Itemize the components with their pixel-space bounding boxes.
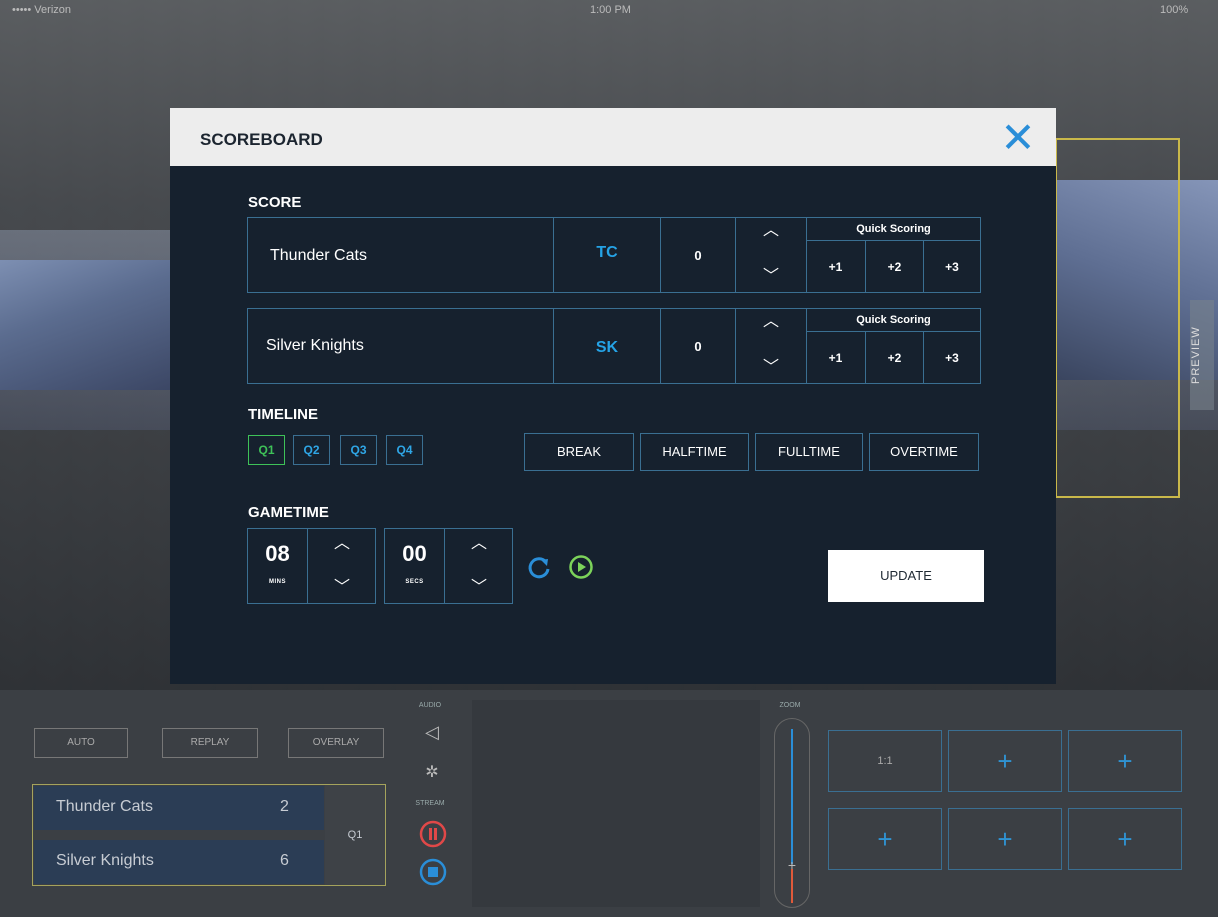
quick-plus1-label: +1 [828,260,843,274]
zoom-label: ZOOM [779,702,801,709]
quick-plus2-button[interactable]: +2 [865,331,924,384]
quick-plus1-button[interactable]: +1 [807,331,866,384]
quarter-q1-button[interactable]: Q1 [248,435,285,465]
team-row: Silver Knights SK 0 ︿ ﹀ Quick Scoring +1… [247,308,981,384]
reset-icon[interactable] [526,554,552,580]
auto-button[interactable]: AUTO [34,728,128,758]
team-row: Thunder Cats TC 0 ︿ ﹀ Quick Scoring +1 +… [247,217,981,293]
team-name: Thunder Cats [270,247,367,264]
arena-banner-left [0,260,175,390]
quick-plus3-button[interactable]: +3 [923,240,981,293]
chevron-up-icon[interactable]: ︿ [310,535,374,553]
quick-plus2-label: +2 [887,351,902,365]
team-abbr: SK [595,339,619,356]
team-abbr: TC [596,244,618,261]
chevron-down-icon[interactable]: ﹀ [310,579,374,597]
carrier-label: ••••• Verizon [12,4,72,16]
gear-icon[interactable]: ✲ [421,762,443,784]
quick-plus3-button[interactable]: +3 [923,331,981,384]
seconds-label: SECS [405,579,424,585]
team-name-cell: Silver Knights [247,308,554,384]
quick-plus3-label: +3 [945,351,959,365]
halftime-button[interactable]: HALFTIME [640,433,749,471]
zoom-handle[interactable]: + [782,857,802,873]
score-section-label: SCORE [248,194,302,211]
overtime-button[interactable]: OVERTIME [869,433,979,471]
team-score: 0 [694,339,702,354]
quick-scoring-panel: Quick Scoring +1 +2 +3 [806,308,981,384]
team-abbr-cell: SK [553,308,661,384]
scoreboard-modal: SCOREBOARD ✕ SCORE Thunder Cats TC 0 ︿ ﹀… [170,108,1056,684]
seconds-display: 00 SECS [385,529,445,603]
zoom-slider[interactable]: + [774,718,810,908]
replay-button[interactable]: REPLAY [162,728,258,758]
update-button[interactable]: UPDATE [828,550,984,602]
gametime-section-label: GAMETIME [248,504,329,521]
team-score-cell: 0 [660,308,736,384]
chevron-up-icon[interactable]: ︿ [447,535,511,553]
score-stepper: ︿ ﹀ [735,308,807,384]
add-camera-button[interactable]: + [1068,808,1182,870]
score-stepper: ︿ ﹀ [735,217,807,293]
seconds-control: 00 SECS ︿ ﹀ [384,528,513,604]
quick-plus1-button[interactable]: +1 [807,240,866,293]
chevron-down-icon[interactable]: ﹀ [447,579,511,597]
team-score-cell: 0 [660,217,736,293]
seconds-value: 00 [402,541,427,566]
quick-plus2-label: +2 [887,260,902,274]
pause-stream-icon[interactable] [419,820,447,848]
break-button[interactable]: BREAK [524,433,634,471]
minutes-control: 08 MINS ︿ ﹀ [247,528,376,604]
quarter-q2-button[interactable]: Q2 [293,435,330,465]
add-camera-button[interactable]: + [1068,730,1182,792]
modal-header: SCOREBOARD ✕ [170,108,1056,166]
control-bar: AUTO REPLAY OVERLAY AUDIO ◁ ✲ STREAM Thu… [0,690,1218,917]
fulltime-button[interactable]: FULLTIME [755,433,863,471]
team-score: 0 [694,248,702,263]
team-name: Silver Knights [266,337,364,354]
add-camera-button[interactable]: + [828,808,942,870]
preview-frame [1055,138,1180,498]
clock: 1:00 PM [590,4,631,16]
quick-plus3-label: +3 [945,260,959,274]
scoreboard-quarter: Q1 [325,785,385,885]
quarter-q3-button[interactable]: Q3 [340,435,377,465]
zoom-track-upper [791,729,793,864]
team-name-cell: Thunder Cats [247,217,554,293]
modal-title: SCOREBOARD [200,130,323,149]
minutes-value: 08 [265,541,290,566]
audio-label: AUDIO [418,702,442,709]
chevron-down-icon[interactable]: ﹀ [736,359,806,377]
minutes-display: 08 MINS [248,529,308,603]
minutes-label: MINS [269,579,286,585]
chevron-up-icon[interactable]: ︿ [736,222,806,240]
overlay-button[interactable]: OVERLAY [288,728,384,758]
quarter-q4-button[interactable]: Q4 [386,435,423,465]
team-abbr-cell: TC [553,217,661,293]
quick-scoring-label: Quick Scoring [856,223,931,235]
play-icon[interactable] [568,554,594,580]
add-camera-button[interactable]: + [948,808,1062,870]
add-camera-button[interactable]: + [948,730,1062,792]
speaker-icon[interactable]: ◁ [421,722,443,744]
close-icon[interactable]: ✕ [996,116,1040,160]
chevron-down-icon[interactable]: ﹀ [736,268,806,286]
quick-plus2-button[interactable]: +2 [865,240,924,293]
stream-label: STREAM [415,800,445,807]
timeline-section-label: TIMELINE [248,406,318,423]
stop-stream-icon[interactable] [419,858,447,886]
quick-scoring-panel: Quick Scoring +1 +2 +3 [806,217,981,293]
battery-indicator: 100% [1160,4,1189,16]
zoom-track-lower [791,869,793,903]
chevron-up-icon[interactable]: ︿ [736,313,806,331]
quick-plus1-label: +1 [828,351,843,365]
video-preview-area [472,700,760,907]
preview-tab[interactable]: PREVIEW [1190,300,1214,410]
layout-1-1-button[interactable]: 1:1 [828,730,942,792]
quick-scoring-label: Quick Scoring [856,314,931,326]
status-bar: ••••• Verizon 1:00 PM 100% [0,0,1218,20]
